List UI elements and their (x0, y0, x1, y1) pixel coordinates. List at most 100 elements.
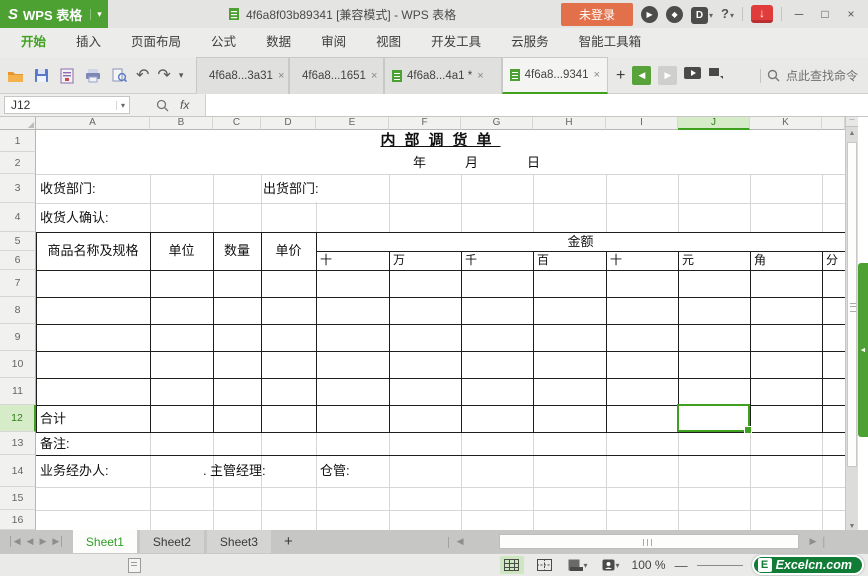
fill-handle[interactable] (744, 426, 752, 434)
horizontal-scroll-thumb[interactable] (498, 534, 799, 549)
last-sheet-icon[interactable]: ▶│ (52, 536, 65, 547)
digit-cell-wan[interactable]: 万 (393, 251, 405, 270)
column-header-A[interactable]: A (36, 117, 150, 130)
row-header-10[interactable]: 10 (0, 351, 36, 378)
row-header-16[interactable]: 16 (0, 510, 36, 530)
print-preview-icon[interactable] (110, 67, 128, 85)
download-icon[interactable]: ↓ (751, 5, 773, 23)
split-handle[interactable]: ─ (846, 117, 858, 127)
vertical-scroll-thumb[interactable] (847, 142, 857, 467)
new-tab-button[interactable]: + (616, 67, 625, 85)
date-year-cell[interactable]: 年 (413, 152, 426, 174)
unit-header-cell[interactable]: 单位 (150, 232, 213, 270)
column-header-K[interactable]: K (750, 117, 822, 130)
zoom-slider[interactable] (696, 564, 743, 566)
tab-insert[interactable]: 插入 (61, 28, 116, 57)
scroll-down-icon[interactable]: ▼ (846, 523, 858, 530)
search-icon[interactable] (156, 99, 169, 112)
sheet-tab-sheet1[interactable]: Sheet1 (72, 530, 137, 553)
forward-button[interactable]: ▶ (658, 66, 678, 85)
export-pdf-icon[interactable] (58, 67, 76, 85)
column-header-D[interactable]: D (261, 117, 316, 130)
page-break-view-icon[interactable] (533, 556, 557, 574)
digit-cell-jiao[interactable]: 角 (754, 251, 766, 270)
help-menu[interactable]: ?▾ (721, 5, 734, 23)
close-button[interactable]: × (842, 7, 860, 21)
tab-review[interactable]: 审阅 (306, 28, 361, 57)
minimize-button[interactable]: ─ (790, 7, 808, 21)
date-day-cell[interactable]: 日 (527, 152, 540, 174)
paste-indicator-icon[interactable] (128, 558, 141, 573)
digit-cell-bai[interactable]: 百 (537, 251, 549, 270)
row-header-13[interactable]: 13 (0, 432, 36, 455)
row-header-1[interactable]: 1 (0, 130, 36, 152)
scroll-left-icon[interactable]: ◀ (457, 536, 464, 547)
receive-dept-cell[interactable]: 收货部门: (40, 174, 96, 203)
close-icon[interactable]: × (477, 70, 483, 82)
side-panel-toggle[interactable]: ◄ (858, 263, 868, 437)
prev-sheet-icon[interactable]: ◀ (27, 536, 34, 547)
vertical-scrollbar[interactable]: ─ ▲ ▼ (845, 117, 858, 530)
login-button[interactable]: 未登录 (561, 2, 634, 26)
column-header-H[interactable]: H (533, 117, 606, 130)
digit-cell-shi[interactable]: 十 (610, 251, 622, 270)
row-header-11[interactable]: 11 (0, 378, 36, 405)
formula-input[interactable] (205, 94, 868, 116)
chevron-down-icon[interactable]: ▾ (90, 8, 102, 20)
tab-view[interactable]: 视图 (361, 28, 416, 57)
skin-icon[interactable]: ▶ (641, 5, 659, 23)
tab-formulas[interactable]: 公式 (196, 28, 251, 57)
digit-cell-shiwan[interactable]: 十 (320, 251, 332, 270)
docer-menu[interactable]: D ▾ (691, 5, 713, 24)
row-header-4[interactable]: 4 (0, 203, 36, 232)
print-icon[interactable] (84, 67, 102, 85)
open-file-icon[interactable] (6, 67, 24, 85)
remarks-cell[interactable]: 备注: (40, 432, 70, 455)
row-header-8[interactable]: 8 (0, 297, 36, 324)
maximize-button[interactable]: □ (816, 7, 834, 21)
row-header-14[interactable]: 14 (0, 455, 36, 487)
handler-cell[interactable]: 业务经办人: (40, 455, 109, 487)
ship-dept-cell[interactable]: 出货部门: (263, 175, 323, 202)
row-header-3[interactable]: 3 (0, 174, 36, 203)
warehouse-cell[interactable]: 仓管: (320, 455, 350, 487)
row-header-9[interactable]: 9 (0, 324, 36, 351)
price-header-cell[interactable]: 单价 (261, 232, 316, 270)
scroll-right-icon[interactable]: ▶ (810, 536, 817, 547)
doc-tab-4-active[interactable]: 4f6a8...9341 × (502, 57, 608, 94)
add-sheet-button[interactable]: + (274, 530, 303, 553)
tab-home[interactable]: 开始 (6, 28, 61, 57)
upgrade-icon[interactable]: ◆ (666, 5, 684, 23)
row-header-12-selected[interactable]: 12 (0, 405, 36, 432)
select-all-corner[interactable]: ◢ (0, 117, 36, 130)
chevron-down-icon[interactable]: ▾ (115, 100, 129, 110)
row-header-7[interactable]: 7 (0, 270, 36, 297)
sheet-tab-sheet3[interactable]: Sheet3 (206, 530, 271, 553)
tab-data[interactable]: 数据 (251, 28, 306, 57)
column-header-J-selected[interactable]: J (678, 117, 750, 130)
back-button[interactable]: ◀ (632, 66, 652, 85)
row-header-6[interactable]: 6 (0, 251, 36, 270)
digit-cell-fen[interactable]: 分 (826, 251, 838, 270)
amount-header-cell[interactable]: 金额 (316, 232, 845, 251)
date-month-cell[interactable]: 月 (465, 152, 478, 174)
manager-cell[interactable]: 主管经理: (210, 455, 266, 487)
horizontal-scrollbar[interactable]: │ ◀ ▶ │ (446, 532, 827, 551)
horizontal-scroll-track[interactable] (469, 534, 805, 549)
name-box[interactable]: J12 ▾ (4, 96, 130, 114)
digit-cell-yuan[interactable]: 元 (682, 251, 694, 270)
screen-record-icon[interactable] (684, 66, 702, 85)
tab-developer[interactable]: 开发工具 (416, 28, 496, 57)
scroll-up-icon[interactable]: ▲ (846, 127, 858, 140)
row-header-5[interactable]: 5 (0, 232, 36, 251)
first-sheet-icon[interactable]: │◀ (8, 536, 21, 547)
row-header-15[interactable]: 15 (0, 487, 36, 510)
doc-tab-1[interactable]: 4f6a8...3a31 × (196, 57, 289, 94)
zoom-out-icon[interactable]: — (675, 558, 688, 573)
share-icon[interactable] (708, 67, 724, 85)
page-layout-view-icon[interactable]: ▾ (566, 556, 590, 574)
redo-icon[interactable]: ↷ (157, 67, 170, 85)
digit-cell-qian[interactable]: 千 (465, 251, 477, 270)
column-header-G[interactable]: G (461, 117, 533, 130)
tab-smart-toolbox[interactable]: 智能工具箱 (564, 28, 657, 57)
